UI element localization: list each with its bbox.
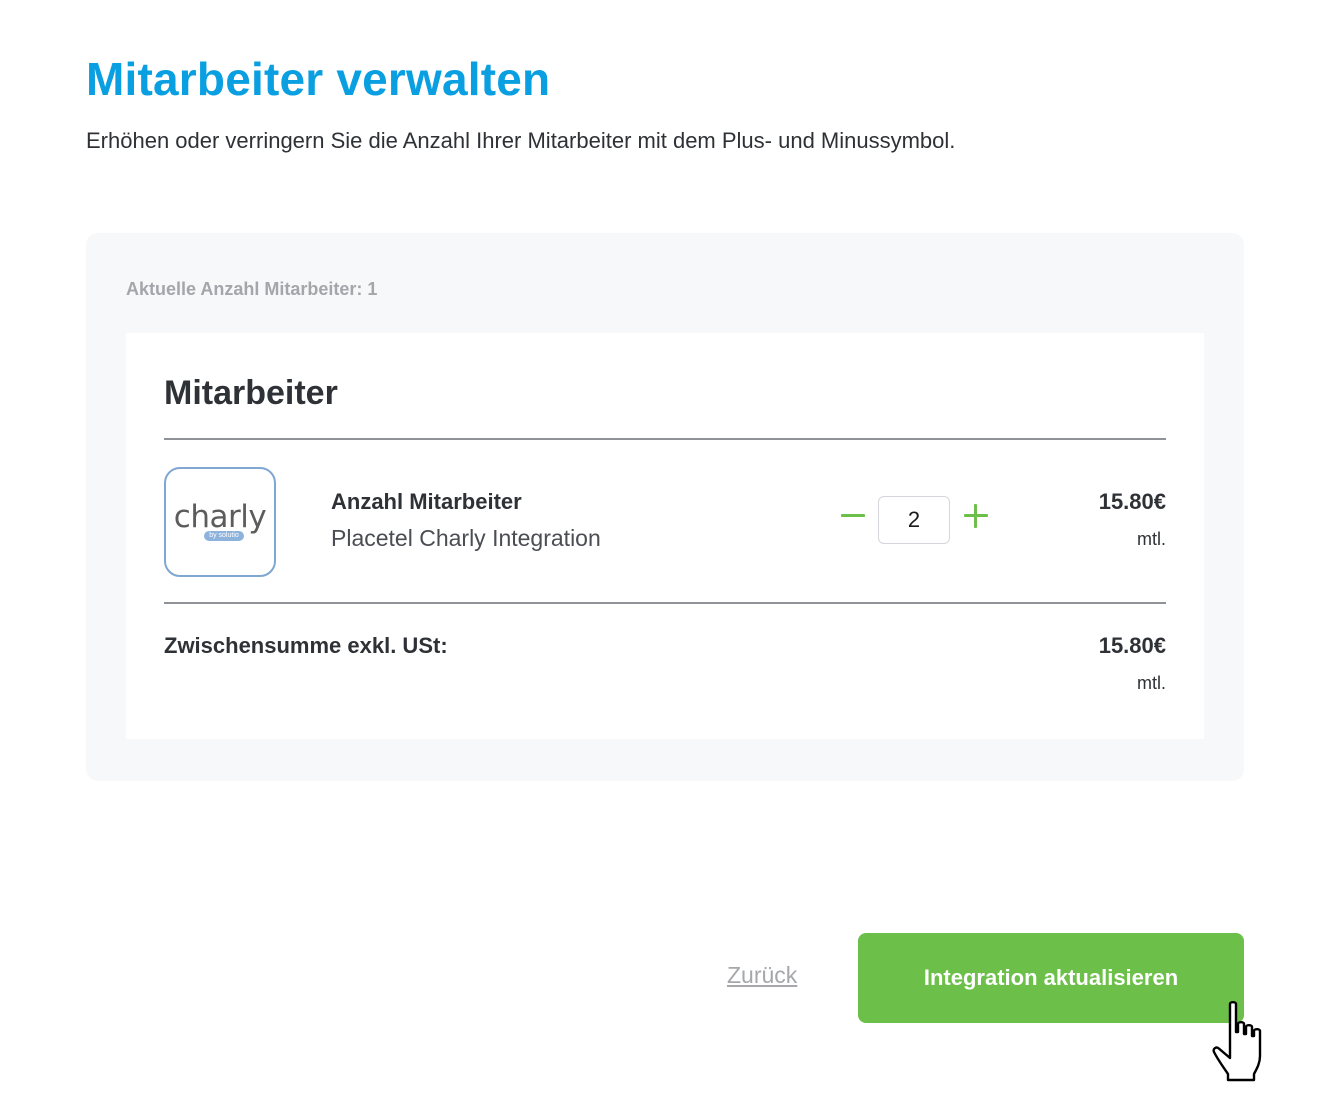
card-title: Mitarbeiter bbox=[164, 374, 338, 412]
logo-badge: by solutio bbox=[204, 531, 244, 541]
product-description: Placetel Charly Integration bbox=[331, 525, 601, 551]
divider-top bbox=[164, 438, 1166, 440]
divider-bottom bbox=[164, 602, 1166, 604]
item-period: mtl. bbox=[1137, 529, 1166, 549]
plus-icon[interactable] bbox=[961, 501, 991, 531]
minus-icon[interactable] bbox=[838, 501, 868, 531]
subtotal-label: Zwischensumme exkl. USt: bbox=[164, 633, 448, 658]
current-employee-count: Aktuelle Anzahl Mitarbeiter: 1 bbox=[126, 279, 378, 299]
item-price: 15.80€ bbox=[1098, 489, 1166, 514]
subtotal-price: 15.80€ bbox=[1098, 633, 1166, 658]
employee-panel: Aktuelle Anzahl Mitarbeiter: 1 Mitarbeit… bbox=[86, 233, 1244, 781]
hand-pointer-icon bbox=[1212, 1001, 1262, 1082]
update-integration-button[interactable]: Integration aktualisieren bbox=[858, 933, 1244, 1023]
subtotal-period: mtl. bbox=[1137, 673, 1166, 693]
product-name: Anzahl Mitarbeiter bbox=[331, 489, 522, 514]
back-link[interactable]: Zurück bbox=[727, 962, 797, 989]
page-title: Mitarbeiter verwalten bbox=[86, 53, 551, 105]
quantity-stepper[interactable] bbox=[878, 496, 950, 544]
charly-logo: charly by solutio bbox=[164, 467, 276, 577]
employee-card: Mitarbeiter charly by solutio Anzahl Mit… bbox=[126, 333, 1204, 739]
page-subtitle: Erhöhen oder verringern Sie die Anzahl I… bbox=[86, 128, 956, 153]
logo-wordmark: charly bbox=[173, 499, 267, 535]
